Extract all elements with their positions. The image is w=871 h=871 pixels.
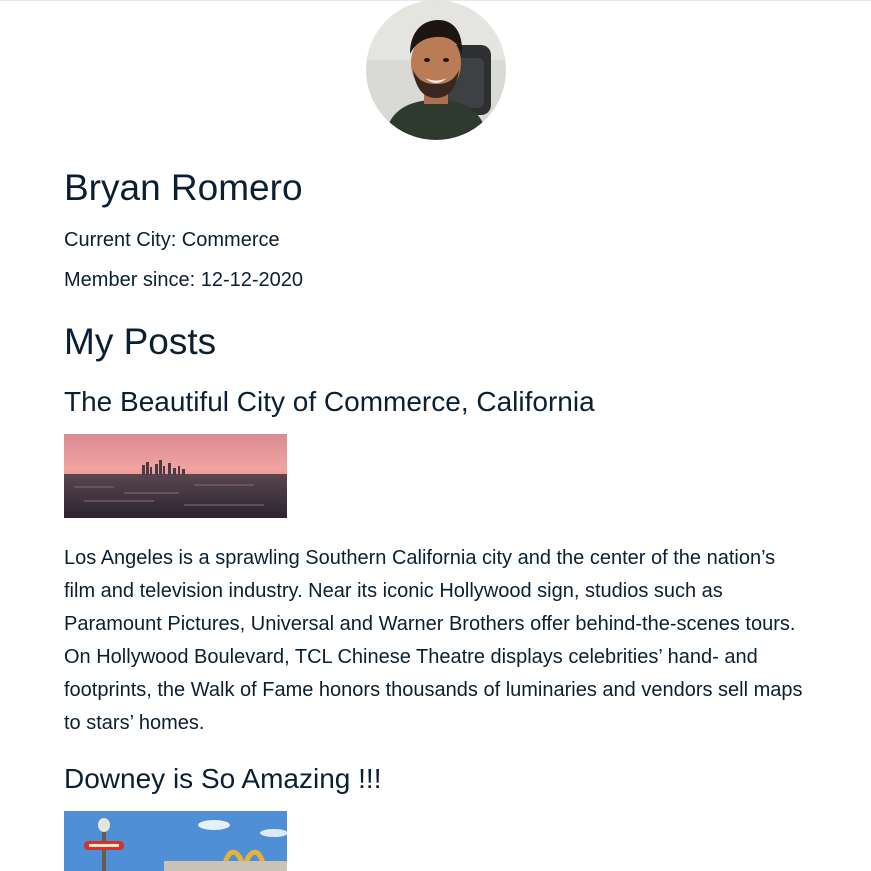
post-image [64,434,287,518]
restaurant-sign-photo-icon [64,811,287,871]
profile-avatar [366,0,506,140]
current-city: Current City: Commerce [64,229,280,251]
member-since: Member since: 12-12-2020 [64,269,304,291]
user-avatar-photo-icon [366,0,506,140]
posts-section-title: My Posts [64,321,217,362]
post-image [64,811,287,871]
post-body: Los Angeles is a sprawling Southern Cali… [64,547,803,734]
city-skyline-photo-icon [64,434,287,518]
post-title: Downey is So Amazing !!! [64,763,382,794]
post-title: The Beautiful City of Commerce, Californ… [64,386,595,417]
profile-name: Bryan Romero [64,167,303,208]
